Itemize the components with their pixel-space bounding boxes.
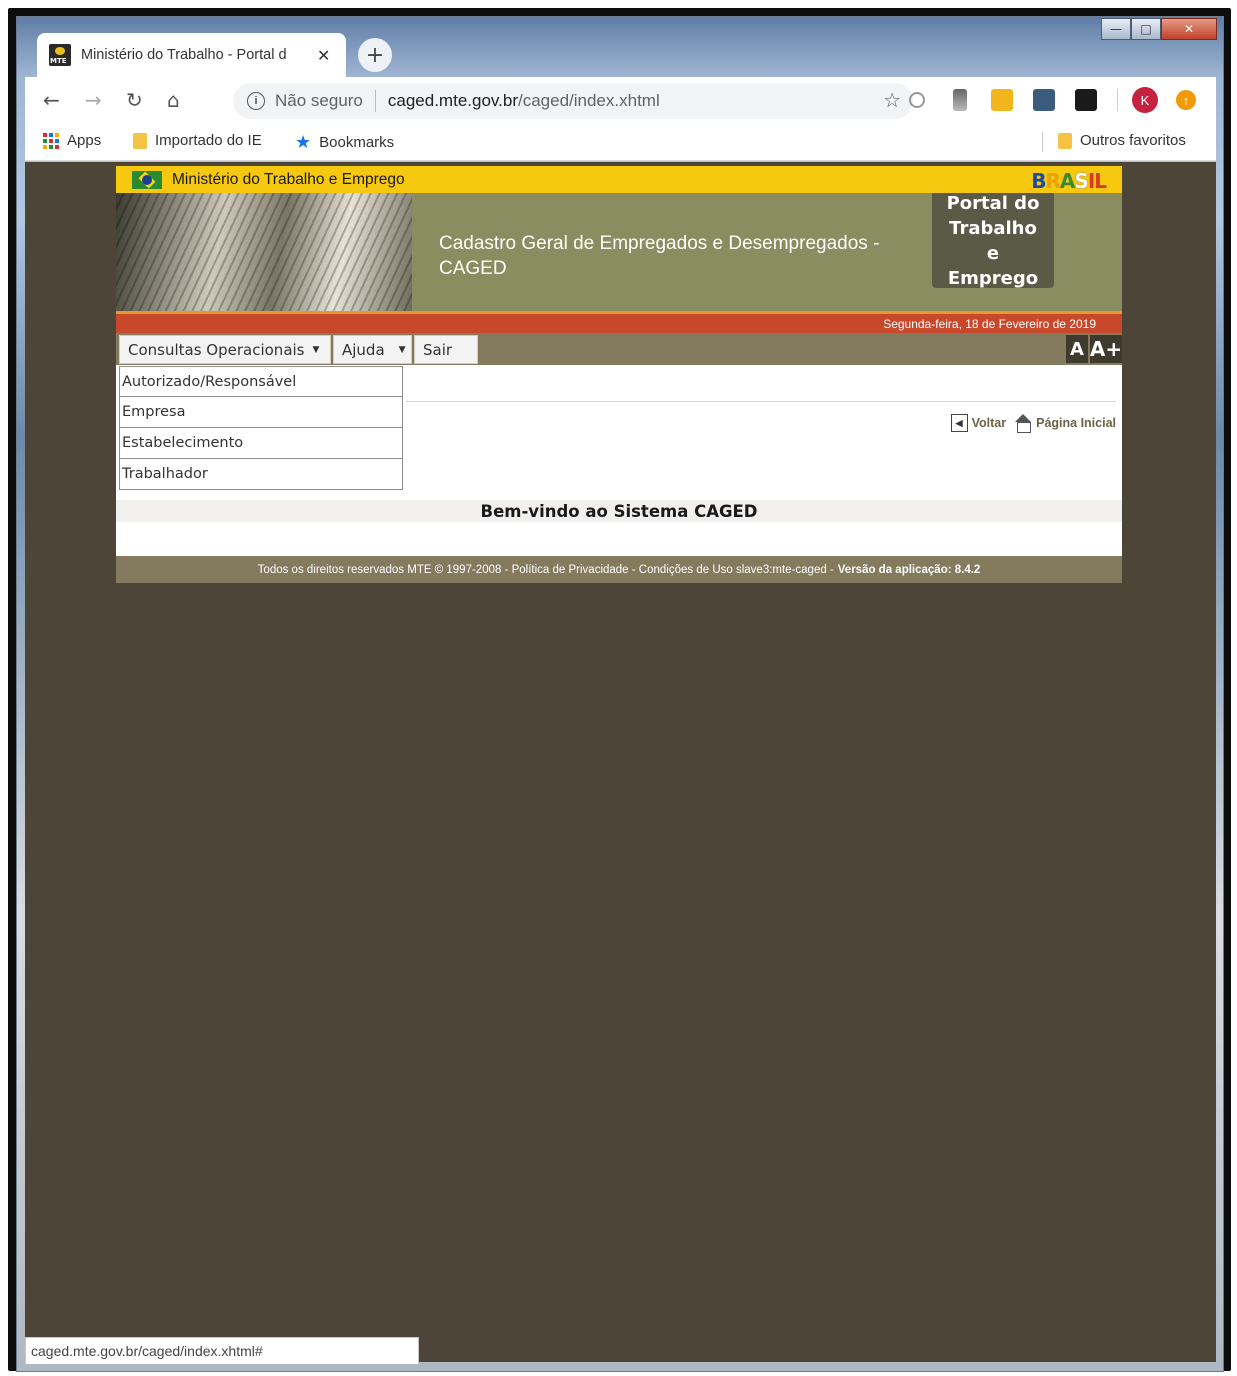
page-viewport: Ministério do Trabalho e Emprego B R A S IL … <box>25 162 1216 1362</box>
bookmark-bookmarks[interactable]: ★ Bookmarks <box>295 132 394 153</box>
apps-grid-icon <box>43 132 59 149</box>
site-banner: Cadastro Geral de Empregados e Desempreg… <box>116 193 1122 311</box>
home-icon[interactable] <box>1014 414 1032 433</box>
back-icon[interactable]: ◀ <box>950 414 968 432</box>
footer-version: Versão da aplicação: 8.4.2 <box>837 563 981 576</box>
font-normal-button[interactable]: A <box>1066 335 1088 363</box>
content-divider <box>406 401 1116 402</box>
status-bar-url: caged.mte.gov.br/caged/index.xhtml# <box>25 1337 419 1364</box>
browser-tab[interactable]: Ministério do Trabalho - Portal d ✕ <box>37 33 346 77</box>
forward-arrow-icon[interactable]: → <box>85 88 102 112</box>
toolbar-separator <box>1117 89 1118 111</box>
window-controls: — □ ✕ <box>1101 18 1217 40</box>
new-tab-button[interactable]: + <box>358 38 392 72</box>
bookmarks-bar: Apps Importado do IE ★ Bookmarks Outros … <box>25 123 1216 161</box>
caret-down-icon: ▼ <box>312 344 320 355</box>
main-menu: Consultas Operacionais ▼ Ajuda ▼ Sair A … <box>116 333 1122 365</box>
maximize-button[interactable]: □ <box>1131 18 1161 40</box>
current-date: Segunda-feira, 18 de Fevereiro de 2019 <box>883 316 1096 331</box>
extension-grid-icon[interactable] <box>991 89 1013 111</box>
bookmark-label: Apps <box>67 132 102 149</box>
welcome-heading: Bem-vindo ao Sistema CAGED <box>116 500 1122 522</box>
brazil-flag-icon <box>132 170 162 189</box>
url-host[interactable]: caged.mte.gov.br <box>388 91 518 111</box>
date-bar: Segunda-feira, 18 de Fevereiro de 2019 <box>116 311 1122 333</box>
dropdown-item-autorizado[interactable]: Autorizado/Responsável <box>119 366 403 397</box>
home-icon[interactable]: ⌂ <box>167 88 180 112</box>
bookmark-star-icon[interactable]: ☆ <box>883 88 901 113</box>
book-pages-image <box>116 193 412 311</box>
mte-favicon-icon <box>49 44 71 66</box>
brasil-logo-letter: R <box>1045 169 1061 193</box>
tab-title: Ministério do Trabalho - Portal d <box>81 47 287 63</box>
menu-label: Consultas Operacionais <box>128 340 305 359</box>
caged-site: Ministério do Trabalho e Emprego B R A S IL … <box>116 166 1122 583</box>
security-label[interactable]: Não seguro <box>275 91 363 111</box>
brasil-logo-letter: S <box>1074 169 1088 193</box>
main-content: Autorizado/Responsável Empresa Estabelec… <box>116 365 1122 556</box>
folder-icon <box>1058 132 1072 149</box>
extension-news-icon[interactable] <box>1075 89 1097 111</box>
bookmark-label: Outros favoritos <box>1080 132 1186 149</box>
portal-box-label: Portal do Trabalho e Emprego <box>946 192 1040 289</box>
font-size-controls: A A+ <box>1066 335 1122 363</box>
bookmark-outros-favoritos[interactable]: Outros favoritos <box>1058 132 1186 149</box>
font-increase-button[interactable]: A+ <box>1090 335 1122 363</box>
page-nav-links: ◀ Voltar Página Inicial <box>950 414 1116 433</box>
brasil-logo[interactable]: B R A S IL <box>1031 169 1107 193</box>
brasil-logo-letter: B <box>1031 169 1046 193</box>
voltar-link[interactable]: Voltar <box>972 416 1007 430</box>
dropdown-item-estabelecimento[interactable]: Estabelecimento <box>119 428 403 459</box>
extension-circle-icon[interactable] <box>909 92 925 108</box>
url-path[interactable]: /caged/index.xhtml <box>518 91 660 111</box>
profile-avatar[interactable]: K <box>1132 87 1158 113</box>
tab-close-icon[interactable]: ✕ <box>317 46 330 65</box>
menu-consultas-operacionais[interactable]: Consultas Operacionais ▼ <box>119 335 331 364</box>
menu-label: Ajuda <box>342 340 385 359</box>
browser-toolbar: ← → ↻ ⌂ i Não seguro caged.mte.gov.br/ca… <box>25 77 1216 123</box>
dropdown-item-trabalhador[interactable]: Trabalhador <box>119 459 403 490</box>
star-icon: ★ <box>295 132 312 152</box>
brasil-logo-letter: IL <box>1087 169 1107 193</box>
footer-text: Todos os direitos reservados MTE © 1997-… <box>257 563 834 576</box>
bookmark-label: Bookmarks <box>319 134 395 151</box>
dropdown-item-empresa[interactable]: Empresa <box>119 397 403 428</box>
back-arrow-icon[interactable]: ← <box>43 88 60 112</box>
menu-ajuda[interactable]: Ajuda ▼ <box>333 335 412 364</box>
banner-title: Cadastro Geral de Empregados e Desempreg… <box>439 233 880 279</box>
bookmark-importado-do-ie[interactable]: Importado do IE <box>133 132 262 149</box>
extension-link-icon[interactable] <box>1033 89 1055 111</box>
omnibox-separator <box>374 90 376 112</box>
menu-sair[interactable]: Sair <box>414 335 478 364</box>
folder-icon <box>133 132 147 149</box>
bookmark-label: Importado do IE <box>155 132 262 149</box>
gov-bar-title[interactable]: Ministério do Trabalho e Emprego <box>172 171 405 189</box>
bookmark-apps[interactable]: Apps <box>43 132 101 149</box>
consultas-dropdown-menu: Autorizado/Responsável Empresa Estabelec… <box>119 366 403 490</box>
bookmarks-separator <box>1042 132 1043 152</box>
pagina-inicial-link[interactable]: Página Inicial <box>1036 416 1116 430</box>
extension-usb-icon[interactable] <box>953 89 967 111</box>
close-window-button[interactable]: ✕ <box>1161 18 1217 40</box>
brasil-logo-letter: A <box>1059 169 1076 193</box>
update-icon[interactable]: ↑ <box>1176 90 1196 110</box>
site-footer: Todos os direitos reservados MTE © 1997-… <box>116 556 1122 583</box>
menu-label: Sair <box>423 340 453 359</box>
address-bar[interactable]: i Não seguro caged.mte.gov.br/caged/inde… <box>233 83 913 119</box>
caret-down-icon: ▼ <box>398 344 406 355</box>
reload-icon[interactable]: ↻ <box>126 88 143 112</box>
info-icon[interactable]: i <box>247 92 265 110</box>
portal-trabalho-link[interactable]: Portal do Trabalho e Emprego <box>932 192 1054 289</box>
minimize-button[interactable]: — <box>1101 18 1131 40</box>
gov-bar: Ministério do Trabalho e Emprego B R A S IL <box>116 166 1122 193</box>
